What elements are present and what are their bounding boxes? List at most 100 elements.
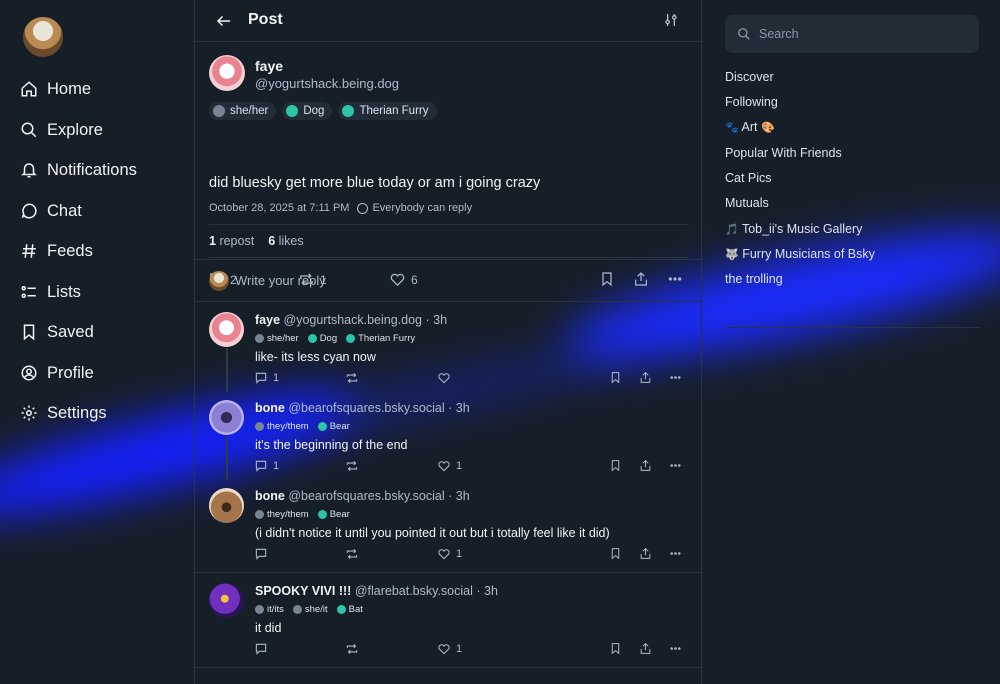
reply-avatar[interactable] <box>209 488 244 523</box>
repost-button[interactable] <box>345 642 359 656</box>
reply-time: 3h <box>455 489 470 503</box>
reply-button[interactable] <box>254 642 273 656</box>
feed-link[interactable]: Popular With Friends <box>725 146 842 160</box>
tag-label: she/her <box>230 105 269 117</box>
pronoun-icon <box>292 605 302 614</box>
thread-line <box>226 348 228 392</box>
tag-label: it/its <box>267 604 284 615</box>
reply-author[interactable]: faye @yogurtshack.being.dog · 3h <box>255 313 447 327</box>
nav-saved[interactable]: Saved <box>20 318 94 346</box>
nav-lists[interactable]: Lists <box>20 278 81 306</box>
reply-button[interactable]: 1 <box>254 459 279 473</box>
likes-stat[interactable]: 6 likes <box>268 234 303 248</box>
reply-count: 1 <box>273 372 280 384</box>
divider <box>725 327 979 328</box>
sliders-icon[interactable] <box>663 12 679 28</box>
reply-author[interactable]: SPOOKY VIVI !!! @flarebat.bsky.social · … <box>255 584 498 598</box>
share-icon <box>640 459 651 471</box>
reply-text: like- its less cyan now <box>255 350 376 364</box>
reply-avatar[interactable] <box>209 583 244 618</box>
nav-profile[interactable]: Profile <box>20 359 94 387</box>
feed-link[interactable]: Following <box>725 95 778 109</box>
feed-link[interactable]: 🐾 Art 🎨 <box>725 120 775 134</box>
pronoun-icon <box>255 605 264 614</box>
like-button[interactable]: 1 <box>437 642 462 656</box>
more-options-button[interactable] <box>668 547 683 560</box>
reply-author[interactable]: bone @bearofsquares.bsky.social · 3h <box>255 401 470 415</box>
feed-link[interactable]: the trolling <box>725 272 783 286</box>
post-timestamp[interactable]: October 28, 2025 at 7:11 PM <box>209 202 349 214</box>
reply-text: it's the beginning of the end <box>255 438 408 452</box>
music-emoji-icon: 🎵 <box>725 224 739 236</box>
main-post: faye @yogurtshack.being.dog she/her Dog … <box>195 42 701 287</box>
reply-author-handle: @flarebat.bsky.social <box>354 584 473 598</box>
feed-link[interactable]: Discover <box>725 70 774 84</box>
feed-link[interactable]: Cat Pics <box>725 171 772 185</box>
nav-settings[interactable]: Settings <box>20 399 107 427</box>
nav-notifications[interactable]: Notifications <box>20 156 137 184</box>
like-count: 1 <box>456 548 463 560</box>
reply-count: 1 <box>273 460 280 472</box>
feed-link[interactable]: 🐺 Furry Musicians of Bsky <box>725 247 875 261</box>
repost-stat[interactable]: 1 repost <box>209 234 254 248</box>
author-handle[interactable]: @yogurtshack.being.dog <box>255 76 399 91</box>
tag-label: Bear <box>329 421 350 432</box>
repost-icon <box>346 548 358 560</box>
feed-link-label: Tob_ii's Music Gallery <box>741 222 863 236</box>
reply-avatar[interactable] <box>209 400 244 435</box>
repost-button[interactable] <box>345 371 359 385</box>
pronoun-tag: she/it <box>292 604 331 615</box>
user-avatar[interactable] <box>23 17 63 57</box>
like-button[interactable]: 1 <box>437 459 462 473</box>
nav-chat[interactable]: Chat <box>20 197 82 225</box>
nav-explore-label: Explore <box>47 120 103 139</box>
paws-emoji-icon: 🐾 <box>725 122 739 134</box>
nav-profile-label: Profile <box>47 363 94 382</box>
reply-author[interactable]: bone @bearofsquares.bsky.social · 3h <box>255 489 470 503</box>
more-options-button[interactable] <box>668 642 683 655</box>
nav-explore[interactable]: Explore <box>20 116 103 144</box>
feed-link[interactable]: 🎵 Tob_ii's Music Gallery <box>725 222 862 236</box>
bookmark-button[interactable] <box>609 642 622 655</box>
search-input[interactable]: Search <box>759 27 799 41</box>
feed-link[interactable]: Mutuals <box>725 196 769 210</box>
bookmark-button[interactable] <box>609 459 622 472</box>
reply-avatar[interactable] <box>209 312 244 347</box>
bookmark-icon <box>23 324 35 341</box>
nav-feeds[interactable]: Feeds <box>20 237 93 265</box>
author-avatar[interactable] <box>209 55 245 91</box>
paw-icon <box>342 105 355 117</box>
more-options-button[interactable] <box>668 371 683 384</box>
like-count: 1 <box>456 460 463 472</box>
share-button[interactable] <box>639 547 652 560</box>
reply-button[interactable] <box>254 547 273 561</box>
nav-home[interactable]: Home <box>20 75 91 103</box>
bookmark-button[interactable] <box>609 371 622 384</box>
search-box[interactable]: Search <box>725 15 979 53</box>
reply-input-placeholder[interactable]: Write your reply <box>235 273 326 288</box>
reply-button[interactable]: 1 <box>254 371 279 385</box>
reply-composer[interactable]: Write your reply <box>195 260 701 302</box>
heart-icon <box>438 644 450 655</box>
right-sidebar: Search Discover Following 🐾 Art 🎨 Popula… <box>703 0 1000 684</box>
back-arrow-icon[interactable] <box>215 12 233 30</box>
nav-settings-label: Settings <box>47 403 107 422</box>
like-button[interactable]: 1 <box>437 547 462 561</box>
profile-tags: she/her Dog Therian Furry <box>209 102 437 120</box>
share-button[interactable] <box>639 642 652 655</box>
separator-dot: · <box>448 401 453 415</box>
separator-dot: · <box>425 313 430 327</box>
species-tag: Therian Furry <box>346 333 418 344</box>
tag-label: she/her <box>267 333 299 344</box>
post-stats: 1 repost 6 likes <box>209 224 689 258</box>
share-button[interactable] <box>639 371 652 384</box>
more-options-button[interactable] <box>668 459 683 472</box>
like-button[interactable] <box>437 371 456 385</box>
bookmark-button[interactable] <box>609 547 622 560</box>
repost-button[interactable] <box>345 547 359 561</box>
author-name[interactable]: faye <box>255 58 283 74</box>
repost-button[interactable] <box>345 459 359 473</box>
share-button[interactable] <box>639 459 652 472</box>
heart-icon <box>438 549 450 560</box>
nav-notifications-label: Notifications <box>47 160 137 179</box>
